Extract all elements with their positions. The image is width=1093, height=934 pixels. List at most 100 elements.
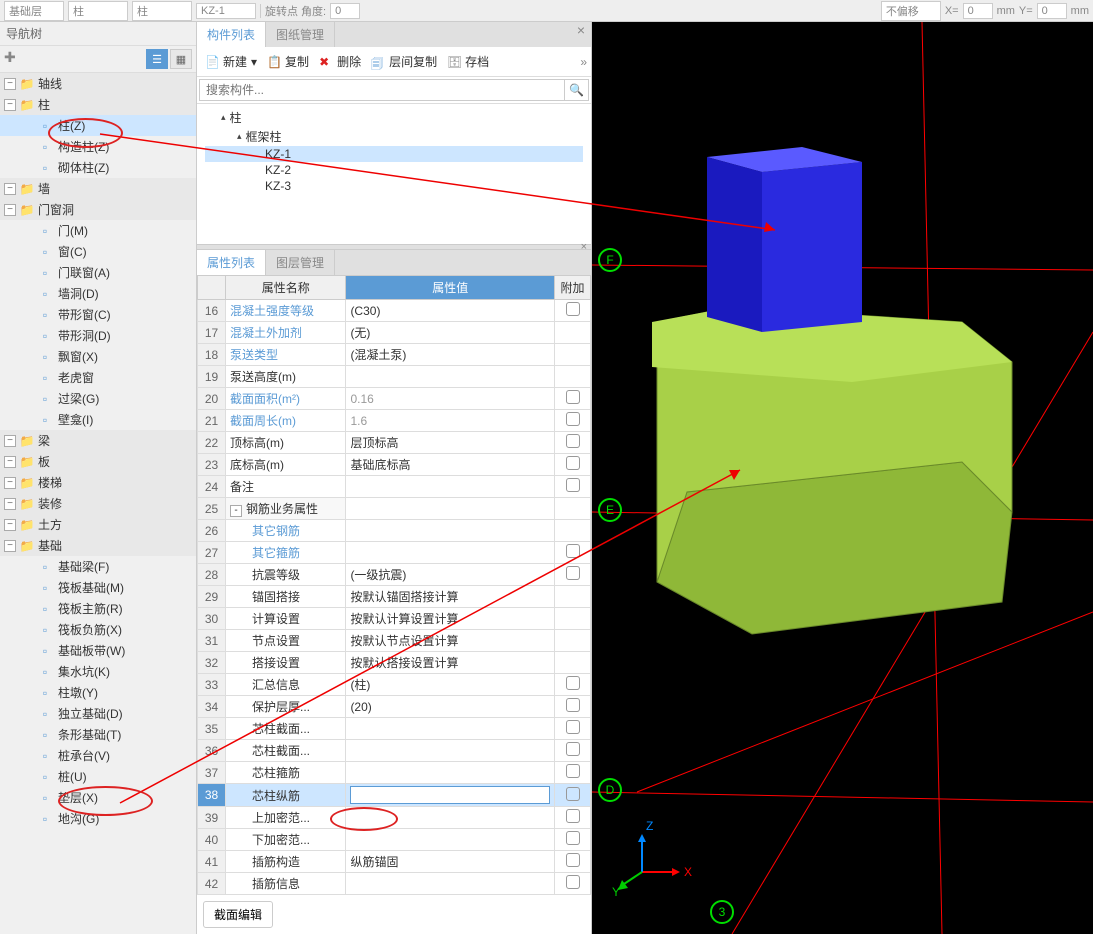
checkbox[interactable] [566,544,580,558]
checkbox[interactable] [566,831,580,845]
nav-item[interactable]: ▫窗(C) [0,241,196,262]
prop-row[interactable]: 42 插筋信息 [198,873,591,895]
grid-view-button[interactable]: ▦ [170,49,192,69]
prop-row[interactable]: 33 汇总信息 (柱) [198,674,591,696]
category-select[interactable]: 柱 [68,1,128,21]
checkbox[interactable] [566,742,580,756]
prop-value-input[interactable] [350,786,550,804]
prop-row[interactable]: 30 计算设置 按默认计算设置计算 [198,608,591,630]
nav-group[interactable]: −📁板 [0,451,196,472]
prop-row[interactable]: 34 保护层厚... (20) [198,696,591,718]
checkbox[interactable] [566,412,580,426]
search-icon[interactable]: 🔍 [565,79,589,101]
tab-component-list[interactable]: 构件列表 [197,22,266,47]
nav-item[interactable]: ▫门联窗(A) [0,262,196,283]
checkbox[interactable] [566,720,580,734]
nav-item[interactable]: ▫柱(Z) [0,115,196,136]
section-edit-button[interactable]: 截面编辑 [203,901,273,928]
nav-item[interactable]: ▫壁龛(I) [0,409,196,430]
nav-group[interactable]: −📁门窗洞 [0,199,196,220]
rotate-value[interactable]: 0 [330,3,360,19]
prop-row[interactable]: 28 抗震等级 (一级抗震) [198,564,591,586]
checkbox[interactable] [566,390,580,404]
member-select[interactable]: KZ-1 [196,3,256,19]
type-select[interactable]: 柱 [132,1,192,21]
prop-row[interactable]: 40 下加密范... [198,829,591,851]
copy-button[interactable]: 📋复制 [263,51,313,72]
nav-group[interactable]: −📁楼梯 [0,472,196,493]
nav-group[interactable]: −📁梁 [0,430,196,451]
tab-property-list[interactable]: 属性列表 [197,250,266,275]
checkbox[interactable] [566,764,580,778]
search-input[interactable] [199,79,565,101]
nav-item[interactable]: ▫桩承台(V) [0,745,196,766]
prop-row[interactable]: 27 其它箍筋 [198,542,591,564]
prop-row[interactable]: 17 混凝土外加剂 (无) [198,322,591,344]
nav-group[interactable]: −📁柱 [0,94,196,115]
prop-row[interactable]: 35 芯柱截面... [198,718,591,740]
nav-group[interactable]: −📁墙 [0,178,196,199]
prop-row[interactable]: 22 顶标高(m) 层顶标高 [198,432,591,454]
checkbox[interactable] [566,875,580,889]
nav-item[interactable]: ▫地沟(G) [0,808,196,829]
checkbox[interactable] [566,434,580,448]
nav-item[interactable]: ▫带形窗(C) [0,304,196,325]
nav-item[interactable]: ▫过梁(G) [0,388,196,409]
nav-item[interactable]: ▫老虎窗 [0,367,196,388]
x-value[interactable]: 0 [963,3,993,19]
nav-item[interactable]: ▫独立基础(D) [0,703,196,724]
checkbox[interactable] [566,787,580,801]
nav-item[interactable]: ▫筏板基础(M) [0,577,196,598]
tree-item-kz2[interactable]: KZ-2 [205,162,583,178]
nav-group[interactable]: −📁轴线 [0,73,196,94]
list-view-button[interactable]: ☰ [146,49,168,69]
nav-item[interactable]: ▫构造柱(Z) [0,136,196,157]
delete-button[interactable]: ✖删除 [315,51,365,72]
checkbox[interactable] [566,456,580,470]
nav-item[interactable]: ▫墙洞(D) [0,283,196,304]
prop-row[interactable]: 23 底标高(m) 基础底标高 [198,454,591,476]
prop-row[interactable]: 32 搭接设置 按默认搭接设置计算 [198,652,591,674]
prop-row[interactable]: 38 芯柱纵筋 [198,784,591,807]
nav-group[interactable]: −📁装修 [0,493,196,514]
nav-group[interactable]: −📁土方 [0,514,196,535]
prop-row[interactable]: 41 插筋构造 纵筋锚固 [198,851,591,873]
nav-item[interactable]: ▫条形基础(T) [0,724,196,745]
nav-item[interactable]: ▫砌体柱(Z) [0,157,196,178]
nav-item[interactable]: ▫柱墩(Y) [0,682,196,703]
prop-row[interactable]: 19 泵送高度(m) [198,366,591,388]
tab-layer-manage[interactable]: 图层管理 [266,250,335,275]
prop-row[interactable]: 20 截面面积(m²) 0.16 [198,388,591,410]
floor-copy-button[interactable]: 🗐层间复制 [367,51,441,72]
tab-drawing-manage[interactable]: 图纸管理 [266,22,335,47]
prop-row[interactable]: 29 锚固搭接 按默认锚固搭接计算 [198,586,591,608]
prop-row[interactable]: 36 芯柱截面... [198,740,591,762]
tree-item-kz3[interactable]: KZ-3 [205,178,583,194]
prop-row[interactable]: 24 备注 [198,476,591,498]
prop-row[interactable]: 21 截面周长(m) 1.6 [198,410,591,432]
checkbox[interactable] [566,698,580,712]
nav-group[interactable]: −📁基础 [0,535,196,556]
prop-row[interactable]: 18 泵送类型 (混凝土泵) [198,344,591,366]
prop-row[interactable]: 16 混凝土强度等级 (C30) [198,300,591,322]
checkbox[interactable] [566,809,580,823]
prop-row[interactable]: 37 芯柱箍筋 [198,762,591,784]
prop-row[interactable]: 26 其它钢筋 [198,520,591,542]
checkbox[interactable] [566,676,580,690]
prop-row[interactable]: 39 上加密范... [198,807,591,829]
checkbox[interactable] [566,478,580,492]
checkbox[interactable] [566,302,580,316]
checkbox[interactable] [566,566,580,580]
nav-item[interactable]: ▫带形洞(D) [0,325,196,346]
floor-select[interactable]: 基础层 [4,1,64,21]
tree-root[interactable]: ▴柱 [205,108,583,127]
nav-item[interactable]: ▫筏板主筋(R) [0,598,196,619]
close-icon[interactable]: × [571,22,591,47]
prop-row[interactable]: 31 节点设置 按默认节点设置计算 [198,630,591,652]
nav-item[interactable]: ▫基础板带(W) [0,640,196,661]
nav-item[interactable]: ▫基础梁(F) [0,556,196,577]
offset-select[interactable]: 不偏移 [881,1,941,21]
tree-sub[interactable]: ▴框架柱 [205,127,583,146]
nav-item[interactable]: ▫桩(U) [0,766,196,787]
tree-item-kz1[interactable]: KZ-1 [205,146,583,162]
